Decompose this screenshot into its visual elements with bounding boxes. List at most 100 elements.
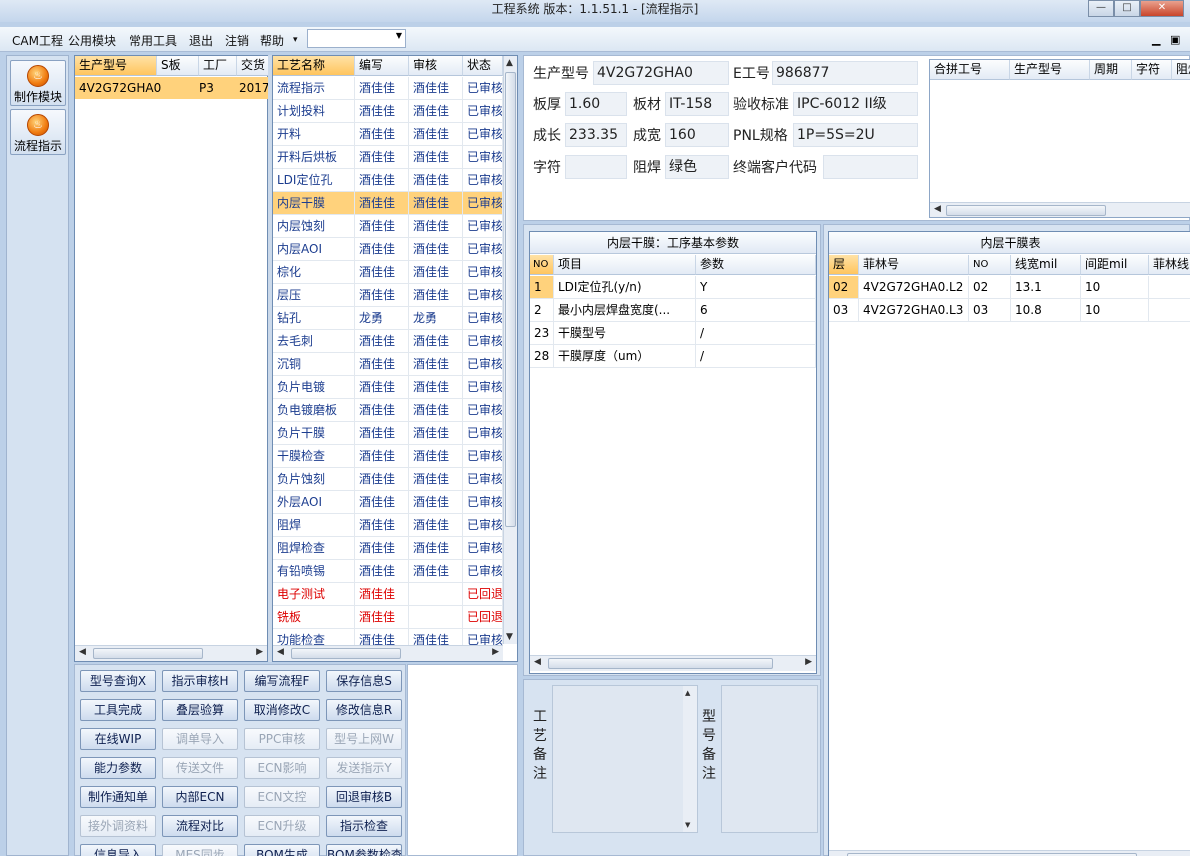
scroll-up-icon[interactable]: ▲: [506, 58, 513, 68]
table-row[interactable]: 02 4V2G72GHA0.L2 02 13.1 10: [829, 276, 1190, 299]
table-row[interactable]: 内层蚀刻 酒佳佳 酒佳佳 已审核: [273, 215, 503, 238]
col-header-film-line[interactable]: 菲林线: [1149, 255, 1190, 275]
horizontal-scrollbar[interactable]: [829, 850, 1190, 856]
table-row[interactable]: 负电镀磨板 酒佳佳 酒佳佳 已审核: [273, 399, 503, 422]
col-header-layer[interactable]: 层: [829, 255, 859, 275]
action-button[interactable]: 取消修改C: [244, 699, 320, 721]
action-button[interactable]: 指示审核H: [162, 670, 238, 692]
table-row[interactable]: 沉铜 酒佳佳 酒佳佳 已审核: [273, 353, 503, 376]
table-row[interactable]: 阻焊 酒佳佳 酒佳佳 已审核: [273, 514, 503, 537]
scroll-thumb[interactable]: [505, 72, 516, 527]
col-header-reviewer[interactable]: 审核: [409, 56, 463, 76]
scroll-up-icon[interactable]: ▲: [685, 689, 690, 697]
field-customer-code[interactable]: [823, 155, 918, 179]
table-row[interactable]: LDI定位孔 酒佳佳 酒佳佳 已审核: [273, 169, 503, 192]
action-button[interactable]: PPC审核: [244, 728, 320, 750]
horizontal-scrollbar[interactable]: ◀ ▶: [273, 645, 503, 661]
table-row[interactable]: 去毛刺 酒佳佳 酒佳佳 已审核: [273, 330, 503, 353]
table-row[interactable]: 28 干膜厚度（um） /: [530, 345, 816, 368]
col-header-model[interactable]: 生产型号: [1010, 60, 1090, 80]
menu-help[interactable]: 帮助: [260, 32, 284, 49]
table-row[interactable]: 负片电镀 酒佳佳 酒佳佳 已审核: [273, 376, 503, 399]
action-button[interactable]: 能力参数: [80, 757, 156, 779]
action-button[interactable]: 制作通知单: [80, 786, 156, 808]
col-header-process[interactable]: 工艺名称: [273, 56, 355, 76]
scroll-right-icon[interactable]: ▶: [256, 647, 263, 657]
scroll-down-icon[interactable]: ▼: [506, 632, 513, 642]
table-row[interactable]: 棕化 酒佳佳 酒佳佳 已审核: [273, 261, 503, 284]
col-header-line-width[interactable]: 线宽mil: [1011, 255, 1081, 275]
menu-common-modules[interactable]: 公用模块: [68, 32, 116, 49]
table-row[interactable]: 计划投料 酒佳佳 酒佳佳 已审核: [273, 100, 503, 123]
action-button[interactable]: 内部ECN: [162, 786, 238, 808]
scroll-thumb[interactable]: [93, 648, 203, 659]
action-button[interactable]: ECN文控: [244, 786, 320, 808]
action-button[interactable]: 型号查询X: [80, 670, 156, 692]
col-header-model[interactable]: 生产型号: [75, 56, 157, 76]
action-button[interactable]: 修改信息R: [326, 699, 402, 721]
action-button[interactable]: 型号上网W: [326, 728, 402, 750]
col-header-status[interactable]: 状态: [463, 56, 503, 76]
action-button[interactable]: 编写流程F: [244, 670, 320, 692]
field-width[interactable]: 160: [665, 123, 729, 147]
horizontal-scrollbar[interactable]: ◀ ▶: [75, 645, 267, 661]
field-character[interactable]: [565, 155, 627, 179]
process-notes-textarea[interactable]: ▲ ▼: [552, 685, 698, 833]
col-header-character[interactable]: 字符: [1132, 60, 1172, 80]
action-button[interactable]: BOM参数检查: [326, 844, 402, 856]
action-button[interactable]: 回退审核B: [326, 786, 402, 808]
col-header-factory[interactable]: 工厂: [199, 56, 237, 76]
field-e-number[interactable]: 986877: [772, 61, 918, 85]
col-header-merge-no[interactable]: 合拼工号: [930, 60, 1010, 80]
close-button[interactable]: ✕: [1140, 0, 1184, 17]
action-button[interactable]: 传送文件: [162, 757, 238, 779]
action-button[interactable]: 接外调资料: [80, 815, 156, 837]
scroll-thumb[interactable]: [548, 658, 773, 669]
col-header-item[interactable]: 项目: [554, 255, 696, 275]
table-row[interactable]: 电子测试 酒佳佳 已回退: [273, 583, 503, 606]
action-button[interactable]: 流程对比: [162, 815, 238, 837]
col-header-solder-mask[interactable]: 阻焊: [1172, 60, 1190, 80]
scroll-left-icon[interactable]: ◀: [534, 657, 541, 667]
scroll-left-icon[interactable]: ◀: [79, 647, 86, 657]
action-button[interactable]: 工具完成: [80, 699, 156, 721]
scroll-left-icon[interactable]: ◀: [934, 204, 941, 214]
table-row[interactable]: 4V2G72GHA0 P3 2017: [75, 77, 269, 99]
field-model[interactable]: 4V2G72GHA0: [593, 61, 729, 85]
action-button[interactable]: 指示检查: [326, 815, 402, 837]
col-header-no[interactable]: NO: [530, 255, 554, 275]
horizontal-scrollbar[interactable]: ◀ ▶: [530, 655, 816, 671]
action-button[interactable]: 保存信息S: [326, 670, 402, 692]
menu-cam[interactable]: CAM工程: [12, 32, 63, 49]
table-row[interactable]: 层压 酒佳佳 酒佳佳 已审核: [273, 284, 503, 307]
maximize-button[interactable]: □: [1114, 0, 1140, 17]
col-header-delivery[interactable]: 交货: [237, 56, 269, 76]
action-button[interactable]: ECN升级: [244, 815, 320, 837]
action-button[interactable]: MES同步: [162, 844, 238, 856]
mdi-minimize-icon[interactable]: ▁: [1152, 33, 1160, 46]
table-row[interactable]: 开料后烘板 酒佳佳 酒佳佳 已审核: [273, 146, 503, 169]
field-pnl[interactable]: 1P=5S=2U: [793, 123, 918, 147]
action-button[interactable]: 叠层验算: [162, 699, 238, 721]
table-row[interactable]: 有铅喷锡 酒佳佳 酒佳佳 已审核: [273, 560, 503, 583]
menu-common-tools[interactable]: 常用工具: [129, 32, 177, 49]
nav-make-module[interactable]: ♨ 制作模块: [10, 60, 66, 106]
menu-logout[interactable]: 注销: [225, 32, 249, 49]
scroll-right-icon[interactable]: ▶: [805, 657, 812, 667]
table-row[interactable]: 2 最小内层焊盘宽度(... 6: [530, 299, 816, 322]
table-row[interactable]: 钻孔 龙勇 龙勇 已审核: [273, 307, 503, 330]
minimize-button[interactable]: —: [1088, 0, 1114, 17]
scroll-thumb[interactable]: [946, 205, 1106, 216]
table-row[interactable]: 23 干膜型号 /: [530, 322, 816, 345]
field-thickness[interactable]: 1.60: [565, 92, 627, 116]
mdi-restore-icon[interactable]: ▣: [1170, 33, 1180, 46]
table-row[interactable]: 负片蚀刻 酒佳佳 酒佳佳 已审核: [273, 468, 503, 491]
table-row[interactable]: 干膜检查 酒佳佳 酒佳佳 已审核: [273, 445, 503, 468]
col-header-writer[interactable]: 编写: [355, 56, 409, 76]
field-solder-mask[interactable]: 绿色: [665, 155, 729, 179]
table-row[interactable]: 1 LDI定位孔(y/n) Y: [530, 276, 816, 299]
table-row[interactable]: 负片干膜 酒佳佳 酒佳佳 已审核: [273, 422, 503, 445]
nav-flow-instruction[interactable]: ♨ 流程指示: [10, 109, 66, 155]
vertical-scrollbar[interactable]: ▲ ▼: [503, 56, 517, 644]
table-row[interactable]: 阻焊检查 酒佳佳 酒佳佳 已审核: [273, 537, 503, 560]
